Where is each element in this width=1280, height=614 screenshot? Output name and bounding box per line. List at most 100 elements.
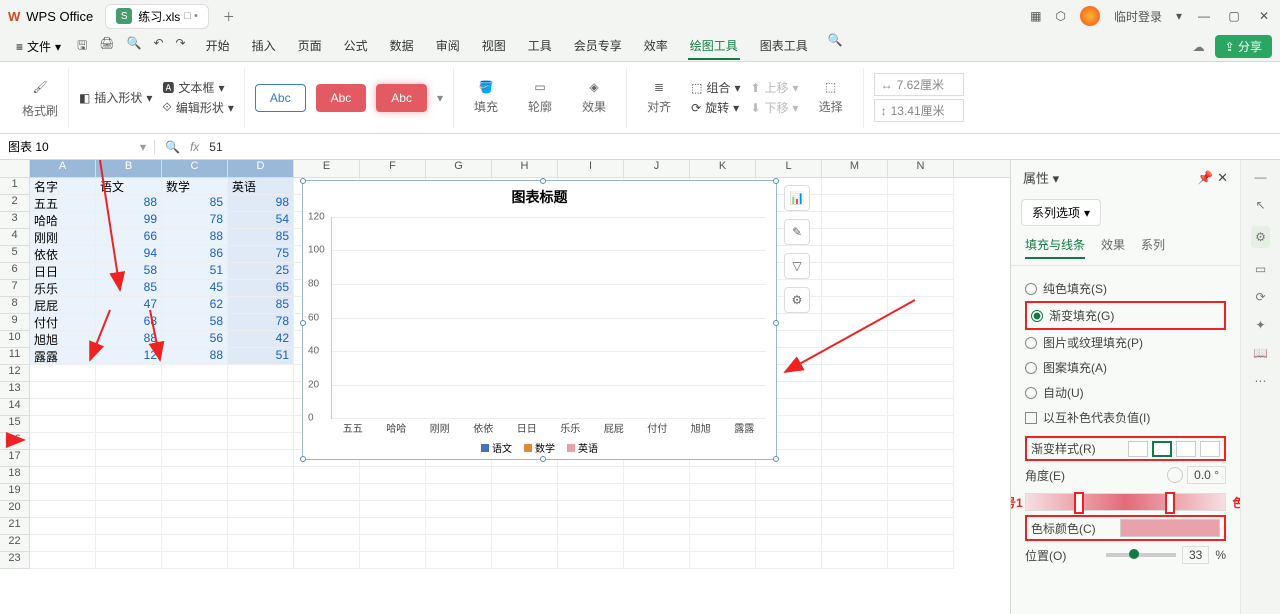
- sparkle-icon[interactable]: ✦: [1255, 318, 1265, 332]
- chevron-down-icon[interactable]: ▾: [1176, 9, 1182, 23]
- tab-data[interactable]: 数据: [388, 33, 416, 60]
- chevron-down-icon[interactable]: ▾: [437, 91, 443, 105]
- fill-button[interactable]: 🪣 填充: [464, 68, 508, 128]
- format-painter-button[interactable]: 🖌 格式刷: [12, 68, 69, 128]
- select-button[interactable]: ⬚ 选择: [809, 68, 853, 128]
- select-all-corner[interactable]: [0, 160, 30, 177]
- tab-chart-tools[interactable]: 图表工具: [758, 33, 810, 60]
- fx-icon[interactable]: fx: [190, 140, 199, 154]
- angle-dial-icon[interactable]: [1167, 467, 1183, 483]
- chart-legend[interactable]: 语文数学英语: [303, 440, 776, 455]
- col-header[interactable]: L: [756, 160, 822, 177]
- tab-controls-icon[interactable]: □ •: [184, 10, 198, 22]
- align-button[interactable]: ≣ 对齐: [637, 68, 681, 128]
- tab-formula[interactable]: 公式: [342, 33, 370, 60]
- col-header[interactable]: I: [558, 160, 624, 177]
- col-header[interactable]: N: [888, 160, 954, 177]
- width-input[interactable]: ↔7.62厘米: [874, 73, 964, 96]
- color-mark-row[interactable]: 色标颜色(C): [1025, 515, 1226, 541]
- avatar[interactable]: [1080, 6, 1100, 26]
- save-icon[interactable]: 🖫: [77, 36, 87, 57]
- color-dropdown[interactable]: [1120, 519, 1220, 537]
- search-icon[interactable]: 🔍: [828, 33, 843, 60]
- position-value[interactable]: 33: [1182, 546, 1209, 564]
- tab-page[interactable]: 页面: [296, 33, 324, 60]
- grad-style-3[interactable]: [1176, 441, 1196, 457]
- col-header[interactable]: H: [492, 160, 558, 177]
- collapse-icon[interactable]: —: [1255, 170, 1267, 184]
- cancel-icon[interactable]: 🔍: [165, 140, 180, 154]
- file-menu[interactable]: ≡ 文件 ▾: [8, 35, 69, 58]
- angle-value[interactable]: 0.0 °: [1187, 466, 1226, 484]
- col-header[interactable]: G: [426, 160, 492, 177]
- tab-start[interactable]: 开始: [204, 33, 232, 60]
- tab-efficiency[interactable]: 效率: [642, 33, 670, 60]
- col-header[interactable]: F: [360, 160, 426, 177]
- name-box[interactable]: ▾: [0, 140, 155, 154]
- book-icon[interactable]: 📖: [1253, 346, 1268, 360]
- col-header[interactable]: A: [30, 160, 96, 177]
- col-header[interactable]: D: [228, 160, 294, 177]
- style-preset-3[interactable]: Abc: [376, 84, 427, 112]
- radio-solid-fill[interactable]: 纯色填充(S): [1025, 276, 1226, 301]
- more-icon[interactable]: ⋯: [1255, 374, 1267, 388]
- template-icon[interactable]: ▭: [1255, 262, 1266, 276]
- position-slider[interactable]: [1106, 553, 1176, 557]
- cursor-icon[interactable]: ↖: [1255, 198, 1265, 212]
- chart-title[interactable]: 图表标题: [303, 187, 776, 207]
- tab-draw-tools[interactable]: 绘图工具: [688, 33, 740, 60]
- grad-style-2[interactable]: [1152, 441, 1172, 457]
- radio-picture-fill[interactable]: 图片或纹理填充(P): [1025, 330, 1226, 355]
- col-header[interactable]: C: [162, 160, 228, 177]
- chart-plot-area[interactable]: 020406080100120: [331, 217, 766, 419]
- chart-elements-button[interactable]: 📊: [784, 185, 810, 211]
- col-header[interactable]: K: [690, 160, 756, 177]
- move-down-button[interactable]: ⬇下移▾: [750, 99, 798, 116]
- name-box-input[interactable]: [8, 140, 140, 154]
- radio-auto-fill[interactable]: 自动(U): [1025, 380, 1226, 405]
- series-options-dropdown[interactable]: 系列选项▾: [1021, 199, 1101, 226]
- formula-value[interactable]: 51: [209, 140, 222, 154]
- col-header[interactable]: E: [294, 160, 360, 177]
- tab-tools[interactable]: 工具: [526, 33, 554, 60]
- col-header[interactable]: J: [624, 160, 690, 177]
- text-box-button[interactable]: 🅰 文本框▾: [162, 79, 234, 96]
- pin-icon[interactable]: 📌: [1197, 170, 1213, 185]
- chevron-down-icon[interactable]: ▾: [140, 140, 146, 154]
- group-button[interactable]: ⬚组合▾: [691, 79, 740, 96]
- login-label[interactable]: 临时登录: [1114, 8, 1162, 25]
- col-header[interactable]: B: [96, 160, 162, 177]
- rotate-button[interactable]: ⟳旋转▾: [691, 99, 740, 116]
- share-button[interactable]: ⇪ 分享: [1215, 35, 1272, 58]
- grad-style-4[interactable]: [1200, 441, 1220, 457]
- panel-tab-series[interactable]: 系列: [1141, 236, 1165, 259]
- panel-tab-fill[interactable]: 填充与线条: [1025, 236, 1085, 259]
- chart-style-button[interactable]: ✎: [784, 219, 810, 245]
- apps-icon[interactable]: ▦: [1030, 9, 1041, 23]
- preview-icon[interactable]: 🔍: [127, 36, 142, 57]
- col-header[interactable]: M: [822, 160, 888, 177]
- close-button[interactable]: ✕: [1256, 9, 1272, 23]
- chart-filter-button[interactable]: ▽: [784, 253, 810, 279]
- gradient-bar[interactable]: 色号1 色号2: [1025, 493, 1226, 511]
- gradient-style-row[interactable]: 渐变样式(R): [1025, 436, 1226, 461]
- insert-shape-button[interactable]: ◧ 插入形状▾: [79, 89, 152, 106]
- document-tab[interactable]: S 练习.xls □ •: [105, 4, 209, 29]
- style-preset-2[interactable]: Abc: [316, 84, 367, 112]
- style-preset-1[interactable]: Abc: [255, 84, 306, 112]
- undo-icon[interactable]: ↶: [153, 36, 163, 57]
- check-invert-negative[interactable]: 以互补色代表负值(I): [1025, 405, 1226, 430]
- edit-shape-button[interactable]: ⟐ 编辑形状▾: [162, 99, 234, 116]
- height-input[interactable]: ↕13.41厘米: [874, 99, 964, 122]
- panel-tab-effect[interactable]: 效果: [1101, 236, 1125, 259]
- chart-settings-button[interactable]: ⚙: [784, 287, 810, 313]
- grad-style-1[interactable]: [1128, 441, 1148, 457]
- new-tab-button[interactable]: ＋: [217, 4, 241, 28]
- print-icon[interactable]: 🖨: [99, 36, 114, 57]
- minimize-button[interactable]: —: [1196, 9, 1212, 23]
- radio-gradient-fill[interactable]: 渐变填充(G): [1025, 301, 1226, 330]
- chart-object[interactable]: 图表标题 020406080100120 五五哈哈刚刚依依日日乐乐屁屁付付旭旭露…: [302, 180, 777, 460]
- gradient-stop-2[interactable]: [1165, 492, 1175, 514]
- tab-review[interactable]: 审阅: [434, 33, 462, 60]
- sheet-area[interactable]: A B C D E F G H I J K L M N 1 名字 语文 数学 英…: [0, 160, 1010, 614]
